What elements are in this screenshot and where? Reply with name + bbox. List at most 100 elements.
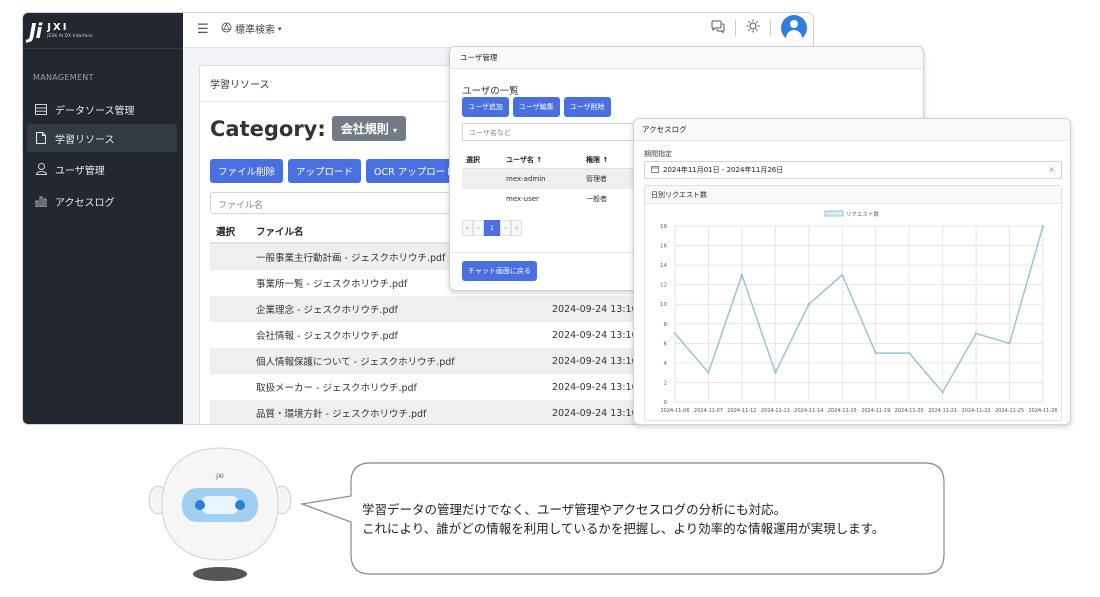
delete-file-button[interactable]: ファイル削除 bbox=[210, 159, 284, 183]
x-tick-label: 2024-11-26 bbox=[1028, 408, 1057, 414]
document-icon bbox=[35, 132, 47, 144]
y-tick-label: 10 bbox=[660, 302, 667, 308]
column-select: 選択 bbox=[216, 227, 236, 238]
file-date: 2024-09-24 13:10 bbox=[552, 407, 638, 419]
logo[interactable]: Ji JXI JESK AI DX Interface bbox=[29, 19, 93, 43]
category-label: Category: bbox=[210, 116, 326, 141]
user-name: mex-admin bbox=[506, 175, 546, 183]
robot-shadow bbox=[193, 567, 247, 581]
chat-icon[interactable] bbox=[711, 20, 725, 37]
data-point bbox=[673, 332, 677, 335]
search-mode-label: 標準検索 bbox=[235, 25, 275, 36]
calendar-icon bbox=[651, 165, 659, 175]
date-range-value: 2024年11月01日 - 2024年11月26日 bbox=[663, 166, 784, 174]
add-user-button[interactable]: ユーザ追加 bbox=[462, 97, 509, 117]
y-tick-label: 12 bbox=[660, 283, 667, 289]
sidebar-item-accesslog[interactable]: アクセスログ bbox=[27, 187, 177, 215]
x-tick-label: 2024-11-20 bbox=[895, 408, 924, 414]
next-page-button[interactable]: › bbox=[500, 220, 511, 236]
table-row[interactable]: 会社情報 - ジェスクホリウチ.pdf 2024-09-24 13:10 bbox=[210, 322, 640, 348]
sidebar-item-users[interactable]: ユーザ管理 bbox=[27, 155, 177, 183]
x-tick-label: 2024-11-21 bbox=[928, 408, 957, 414]
sidebar-item-resources[interactable]: 学習リソース bbox=[27, 124, 177, 152]
sidebar-item-datasource[interactable]: データソース管理 bbox=[27, 95, 177, 123]
sidebar-item-label: アクセスログ bbox=[55, 197, 115, 209]
legend-swatch bbox=[824, 210, 844, 217]
topbar-separator bbox=[735, 20, 736, 36]
speech-bubble-text: 学習データの管理だけでなく、ユーザ管理やアクセスログの分析にも対応。 これにより… bbox=[362, 500, 932, 538]
x-tick-label: 2024-11-13 bbox=[761, 408, 790, 414]
search-mode-icon bbox=[221, 22, 232, 36]
x-tick-label: 2024-11-12 bbox=[727, 408, 756, 414]
date-range-input[interactable]: 2024年11月01日 - 2024年11月26日 × bbox=[644, 161, 1062, 179]
data-point bbox=[707, 371, 710, 374]
search-mode-dropdown[interactable]: 標準検索 ▾ bbox=[221, 21, 282, 36]
topbar-separator bbox=[770, 20, 771, 36]
robot-badge: JXI bbox=[215, 473, 224, 480]
upload-button[interactable]: アップロード bbox=[288, 159, 362, 183]
logo-name: JXI bbox=[47, 21, 69, 33]
sun-icon[interactable] bbox=[746, 19, 760, 37]
x-tick-label: 2024-11-14 bbox=[794, 408, 823, 414]
category-dropdown[interactable]: 会社規則 ▾ bbox=[331, 116, 406, 141]
data-point bbox=[841, 273, 844, 277]
data-point bbox=[1041, 224, 1045, 228]
series-line bbox=[674, 225, 1044, 394]
category-value: 会社規則 bbox=[340, 122, 389, 136]
table-row[interactable]: 取扱メーカー - ジェスクホリウチ.pdf 2024-09-24 13:10 bbox=[210, 374, 640, 400]
table-icon bbox=[35, 103, 47, 115]
logo-subtitle: JESK AI DX Interface bbox=[47, 33, 93, 39]
caret-down-icon: ▾ bbox=[392, 126, 397, 135]
y-tick-label: 2 bbox=[664, 380, 668, 386]
user-icon bbox=[35, 163, 47, 175]
sidebar-divider bbox=[23, 48, 183, 49]
bar-chart-icon bbox=[35, 195, 47, 207]
file-name: 取扱メーカー - ジェスクホリウチ.pdf bbox=[256, 383, 417, 394]
x-tick-label: 2024-11-19 bbox=[861, 408, 890, 414]
sidebar-item-label: 学習リソース bbox=[55, 134, 115, 146]
sidebar-item-label: データソース管理 bbox=[55, 105, 135, 117]
clear-icon[interactable]: × bbox=[1048, 165, 1055, 174]
file-name: 品質・環境方針 - ジェスクホリウチ.pdf bbox=[256, 409, 427, 420]
column-username[interactable]: ユーザ名 ↑ bbox=[502, 155, 582, 165]
data-point bbox=[907, 351, 911, 355]
x-tick-label: 2024-11-06 bbox=[660, 408, 689, 414]
topbar: ☰ 標準検索 ▾ bbox=[183, 13, 813, 48]
edit-user-button[interactable]: ユーザ編集 bbox=[512, 97, 560, 117]
table-row[interactable]: 企業理念 - ジェスクホリウチ.pdf 2024-09-24 13:10 bbox=[210, 296, 640, 322]
sidebar-section-label: MANAGEMENT bbox=[33, 73, 94, 82]
last-page-button[interactable]: » bbox=[511, 220, 522, 236]
user-avatar-icon[interactable] bbox=[781, 15, 807, 41]
data-point bbox=[774, 371, 777, 374]
delete-user-button[interactable]: ユーザ削除 bbox=[563, 97, 611, 117]
table-row[interactable]: 品質・環境方針 - ジェスクホリウチ.pdf 2024-09-24 13:10 bbox=[210, 400, 640, 424]
user-list-heading: ユーザの一覧 bbox=[462, 86, 519, 97]
robot-right-eye bbox=[235, 500, 245, 510]
legend-label: リクエスト数 bbox=[846, 210, 880, 218]
file-search-input[interactable]: ファイル名 bbox=[210, 192, 460, 214]
chart-card: 日別リクエスト数 0 2 4 6 8 10 12 14 16 18 2024-11-06 2024-1… bbox=[644, 185, 1062, 421]
data-point bbox=[974, 332, 978, 335]
robot-face-plate bbox=[202, 496, 238, 514]
robot-mascot-icon: JXI bbox=[148, 447, 292, 581]
file-name: 会社情報 - ジェスクホリウチ.pdf bbox=[256, 331, 398, 342]
user-name: mex-user bbox=[506, 195, 539, 203]
period-label: 期間指定 bbox=[644, 150, 672, 158]
file-date: 2024-09-24 13:10 bbox=[552, 303, 638, 315]
file-name: 個人情報保護について - ジェスクホリウチ.pdf bbox=[256, 357, 455, 368]
data-point bbox=[807, 303, 811, 306]
y-tick-label: 14 bbox=[660, 263, 667, 269]
page-button-current[interactable]: 1 bbox=[484, 220, 500, 236]
caret-down-icon: ▾ bbox=[278, 24, 282, 33]
y-tick-label: 8 bbox=[664, 322, 668, 328]
data-point bbox=[740, 273, 744, 277]
prev-page-button[interactable]: ‹ bbox=[473, 220, 484, 236]
first-page-button[interactable]: « bbox=[462, 220, 473, 236]
back-to-chat-button[interactable]: チャット画面に戻る bbox=[462, 261, 537, 281]
hamburger-icon[interactable]: ☰ bbox=[197, 22, 209, 37]
data-point bbox=[874, 351, 877, 355]
file-date: 2024-09-24 13:10 bbox=[552, 329, 638, 341]
table-row[interactable]: 個人情報保護について - ジェスクホリウチ.pdf 2024-09-24 13:1… bbox=[210, 348, 640, 374]
data-point bbox=[1008, 342, 1011, 345]
chart-title: 日別リクエスト数 bbox=[645, 186, 1061, 204]
